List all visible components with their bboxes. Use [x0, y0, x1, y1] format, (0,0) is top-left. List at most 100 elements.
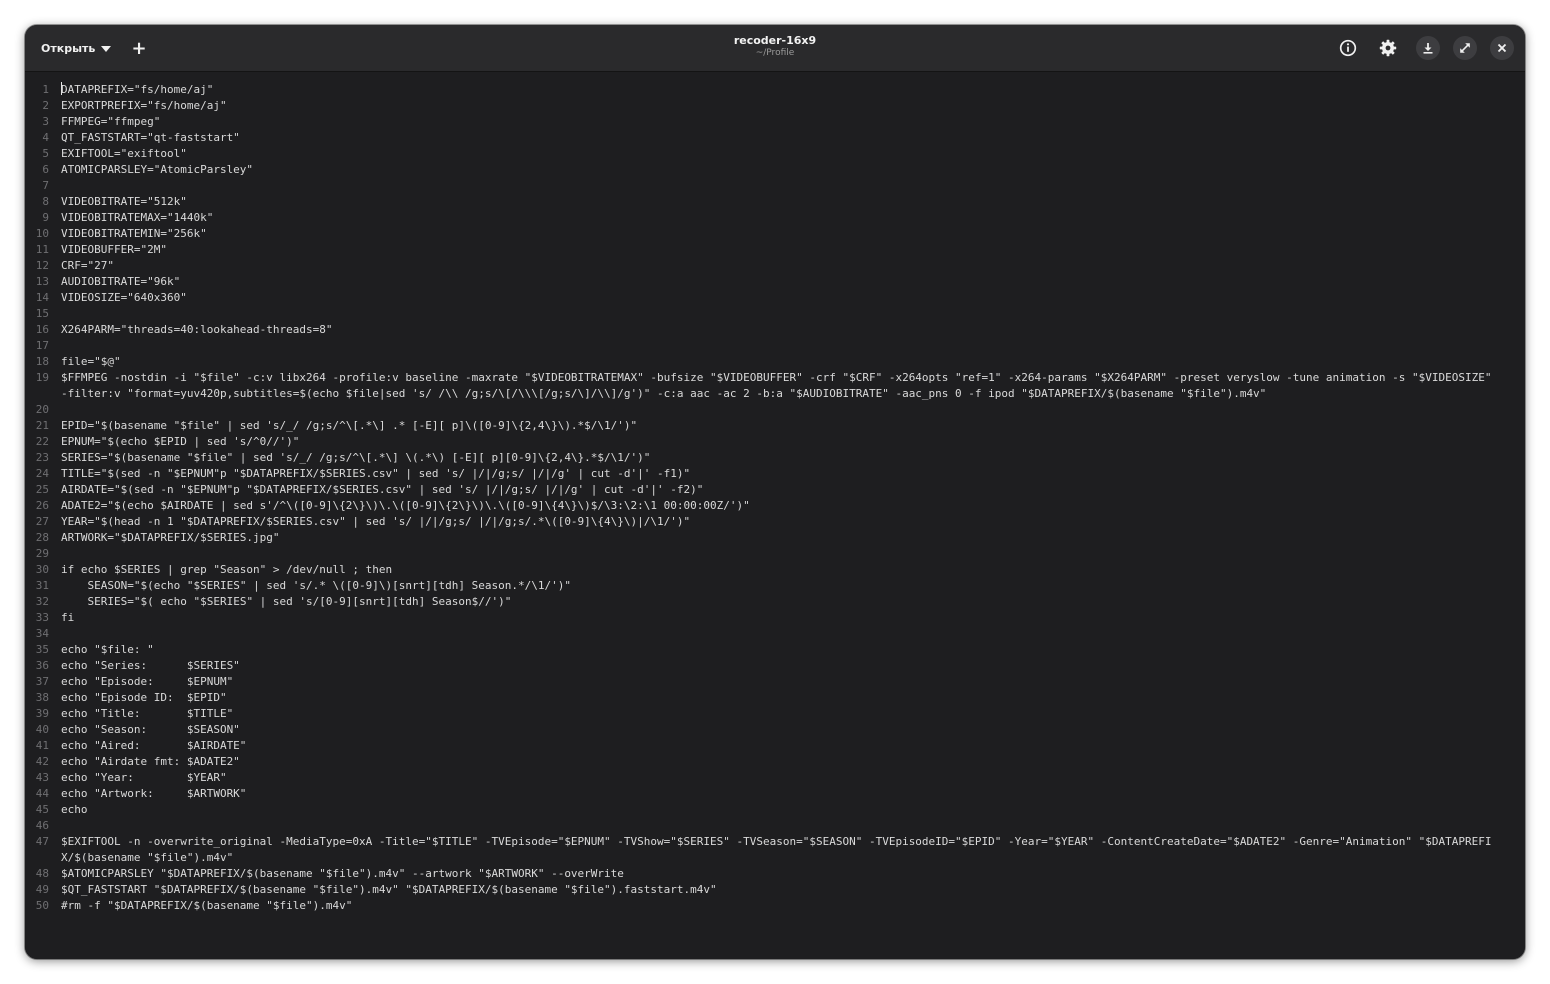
line-number: 33: [35, 611, 49, 624]
line-number: 46: [35, 819, 49, 832]
info-button[interactable]: [1336, 36, 1360, 60]
line-number: 48: [35, 867, 49, 880]
code-line: 34: [25, 626, 1525, 642]
line-number: 16: [35, 323, 49, 336]
line-text[interactable]: VIDEOBITRATE="512k": [61, 194, 1493, 210]
line-text[interactable]: SERIES="$( echo "$SERIES" | sed 's/[0-9]…: [61, 594, 1493, 610]
code-line: 4 QT_FASTSTART="qt-faststart": [25, 130, 1525, 146]
line-text[interactable]: echo "Artwork: $ARTWORK": [61, 786, 1493, 802]
code-line: 37 echo "Episode: $EPNUM": [25, 674, 1525, 690]
document-title: recoder-16x9: [733, 34, 817, 47]
line-text[interactable]: ADATE2="$(echo $AIRDATE | sed s'/^\([0-9…: [61, 498, 1493, 514]
line-text[interactable]: #rm -f "$DATAPREFIX/$(basename "$file").…: [61, 898, 1493, 914]
close-button[interactable]: [1490, 36, 1514, 60]
line-text[interactable]: [61, 306, 1493, 322]
line-number: 1: [42, 83, 49, 96]
line-text[interactable]: echo "Episode: $EPNUM": [61, 674, 1493, 690]
line-text[interactable]: $QT_FASTSTART "$DATAPREFIX/$(basename "$…: [61, 882, 1493, 898]
line-number: 28: [35, 531, 49, 544]
code-line: 38 echo "Episode ID: $EPID": [25, 690, 1525, 706]
settings-button[interactable]: [1376, 36, 1400, 60]
line-text[interactable]: [61, 626, 1493, 642]
code-line: 17: [25, 338, 1525, 354]
line-text[interactable]: AUDIOBITRATE="96k": [61, 274, 1493, 290]
open-button[interactable]: Открыть: [33, 34, 119, 62]
line-text[interactable]: echo "Episode ID: $EPID": [61, 690, 1493, 706]
line-text[interactable]: FFMPEG="ffmpeg": [61, 114, 1493, 130]
code-line: 39 echo "Title: $TITLE": [25, 706, 1525, 722]
line-text[interactable]: echo "Series: $SERIES": [61, 658, 1493, 674]
code-line: 22 EPNUM="$(echo $EPID | sed 's/^0//')": [25, 434, 1525, 450]
line-text[interactable]: [61, 338, 1493, 354]
line-text[interactable]: ARTWORK="$DATAPREFIX/$SERIES.jpg": [61, 530, 1493, 546]
line-text[interactable]: ATOMICPARSLEY="AtomicParsley": [61, 162, 1493, 178]
line-text[interactable]: VIDEOBITRATEMAX="1440k": [61, 210, 1493, 226]
line-text[interactable]: fi: [61, 610, 1493, 626]
line-number: 35: [35, 643, 49, 656]
download-icon: [1423, 43, 1433, 54]
line-number: 18: [35, 355, 49, 368]
code-line: 42 echo "Airdate fmt: $ADATE2": [25, 754, 1525, 770]
line-text[interactable]: echo "Year: $YEAR": [61, 770, 1493, 786]
code-line: 8 VIDEOBITRATE="512k": [25, 194, 1525, 210]
line-text[interactable]: DATAPREFIX="fs/home/aj": [61, 83, 213, 96]
line-text[interactable]: echo "Airdate fmt: $ADATE2": [61, 754, 1493, 770]
line-text[interactable]: [61, 402, 1493, 418]
code-line: 40 echo "Season: $SEASON": [25, 722, 1525, 738]
line-number: 19: [35, 371, 49, 384]
fullscreen-button[interactable]: [1453, 36, 1477, 60]
line-text[interactable]: echo: [61, 802, 1493, 818]
line-text[interactable]: $ATOMICPARSLEY "$DATAPREFIX/$(basename "…: [61, 866, 1493, 882]
line-number: 26: [35, 499, 49, 512]
save-button[interactable]: [1416, 36, 1440, 60]
line-text[interactable]: file="$@": [61, 354, 1493, 370]
line-text[interactable]: $FFMPEG -nostdin -i "$file" -c:v libx264…: [61, 370, 1493, 402]
line-number: 47: [35, 835, 49, 848]
line-text[interactable]: EXIFTOOL="exiftool": [61, 146, 1493, 162]
code-line: 10 VIDEOBITRATEMIN="256k": [25, 226, 1525, 242]
code-line: 33 fi: [25, 610, 1525, 626]
line-text[interactable]: QT_FASTSTART="qt-faststart": [61, 130, 1493, 146]
line-text[interactable]: X264PARM="threads=40:lookahead-threads=8…: [61, 322, 1493, 338]
line-text[interactable]: echo "Season: $SEASON": [61, 722, 1493, 738]
line-number: 12: [35, 259, 49, 272]
code-line: 13 AUDIOBITRATE="96k": [25, 274, 1525, 290]
line-text[interactable]: VIDEOSIZE="640x360": [61, 290, 1493, 306]
line-text[interactable]: [61, 818, 1493, 834]
line-number: 7: [42, 179, 49, 192]
line-text[interactable]: echo "Title: $TITLE": [61, 706, 1493, 722]
line-number: 44: [35, 787, 49, 800]
line-text[interactable]: SEASON="$(echo "$SERIES" | sed 's/.* \([…: [61, 578, 1493, 594]
new-document-button[interactable]: +: [125, 34, 153, 62]
line-text-wrapper[interactable]: DATAPREFIX="fs/home/aj": [61, 82, 1493, 98]
line-text[interactable]: CRF="27": [61, 258, 1493, 274]
code-line: 44 echo "Artwork: $ARTWORK": [25, 786, 1525, 802]
line-text[interactable]: VIDEOBITRATEMIN="256k": [61, 226, 1493, 242]
line-text[interactable]: if echo $SERIES | grep "Season" > /dev/n…: [61, 562, 1493, 578]
line-text[interactable]: [61, 546, 1493, 562]
line-number: 23: [35, 451, 49, 464]
line-text[interactable]: VIDEOBUFFER="2M": [61, 242, 1493, 258]
plus-icon: +: [131, 37, 147, 59]
line-number: 5: [42, 147, 49, 160]
line-text[interactable]: $EXIFTOOL -n -overwrite_original -MediaT…: [61, 834, 1493, 866]
line-text[interactable]: EPID="$(basename "$file" | sed 's/_/ /g;…: [61, 418, 1493, 434]
line-text[interactable]: echo "Aired: $AIRDATE": [61, 738, 1493, 754]
code-editor[interactable]: 1 DATAPREFIX="fs/home/aj" 2 EXPORTPREFIX="f…: [25, 72, 1525, 959]
line-text[interactable]: SERIES="$(basename "$file" | sed 's/_/ /…: [61, 450, 1493, 466]
line-text[interactable]: EPNUM="$(echo $EPID | sed 's/^0//')": [61, 434, 1493, 450]
line-number: 50: [35, 899, 49, 912]
line-text[interactable]: AIRDATE="$(sed -n "$EPNUM"p "$DATAPREFIX…: [61, 482, 1493, 498]
code-line: 9 VIDEOBITRATEMAX="1440k": [25, 210, 1525, 226]
line-text[interactable]: YEAR="$(head -n 1 "$DATAPREFIX/$SERIES.c…: [61, 514, 1493, 530]
line-number: 45: [35, 803, 49, 816]
line-text[interactable]: echo "$file: ": [61, 642, 1493, 658]
line-text[interactable]: [61, 178, 1493, 194]
line-text[interactable]: TITLE="$(sed -n "$EPNUM"p "$DATAPREFIX/$…: [61, 466, 1493, 482]
code-line: 47 $EXIFTOOL -n -overwrite_original -Medi…: [25, 834, 1525, 866]
line-number: 42: [35, 755, 49, 768]
title-block: recoder-16x9 ~/Profile: [25, 34, 1525, 60]
line-number: 24: [35, 467, 49, 480]
line-text[interactable]: EXPORTPREFIX="fs/home/aj": [61, 98, 1493, 114]
code-line: 12 CRF="27": [25, 258, 1525, 274]
